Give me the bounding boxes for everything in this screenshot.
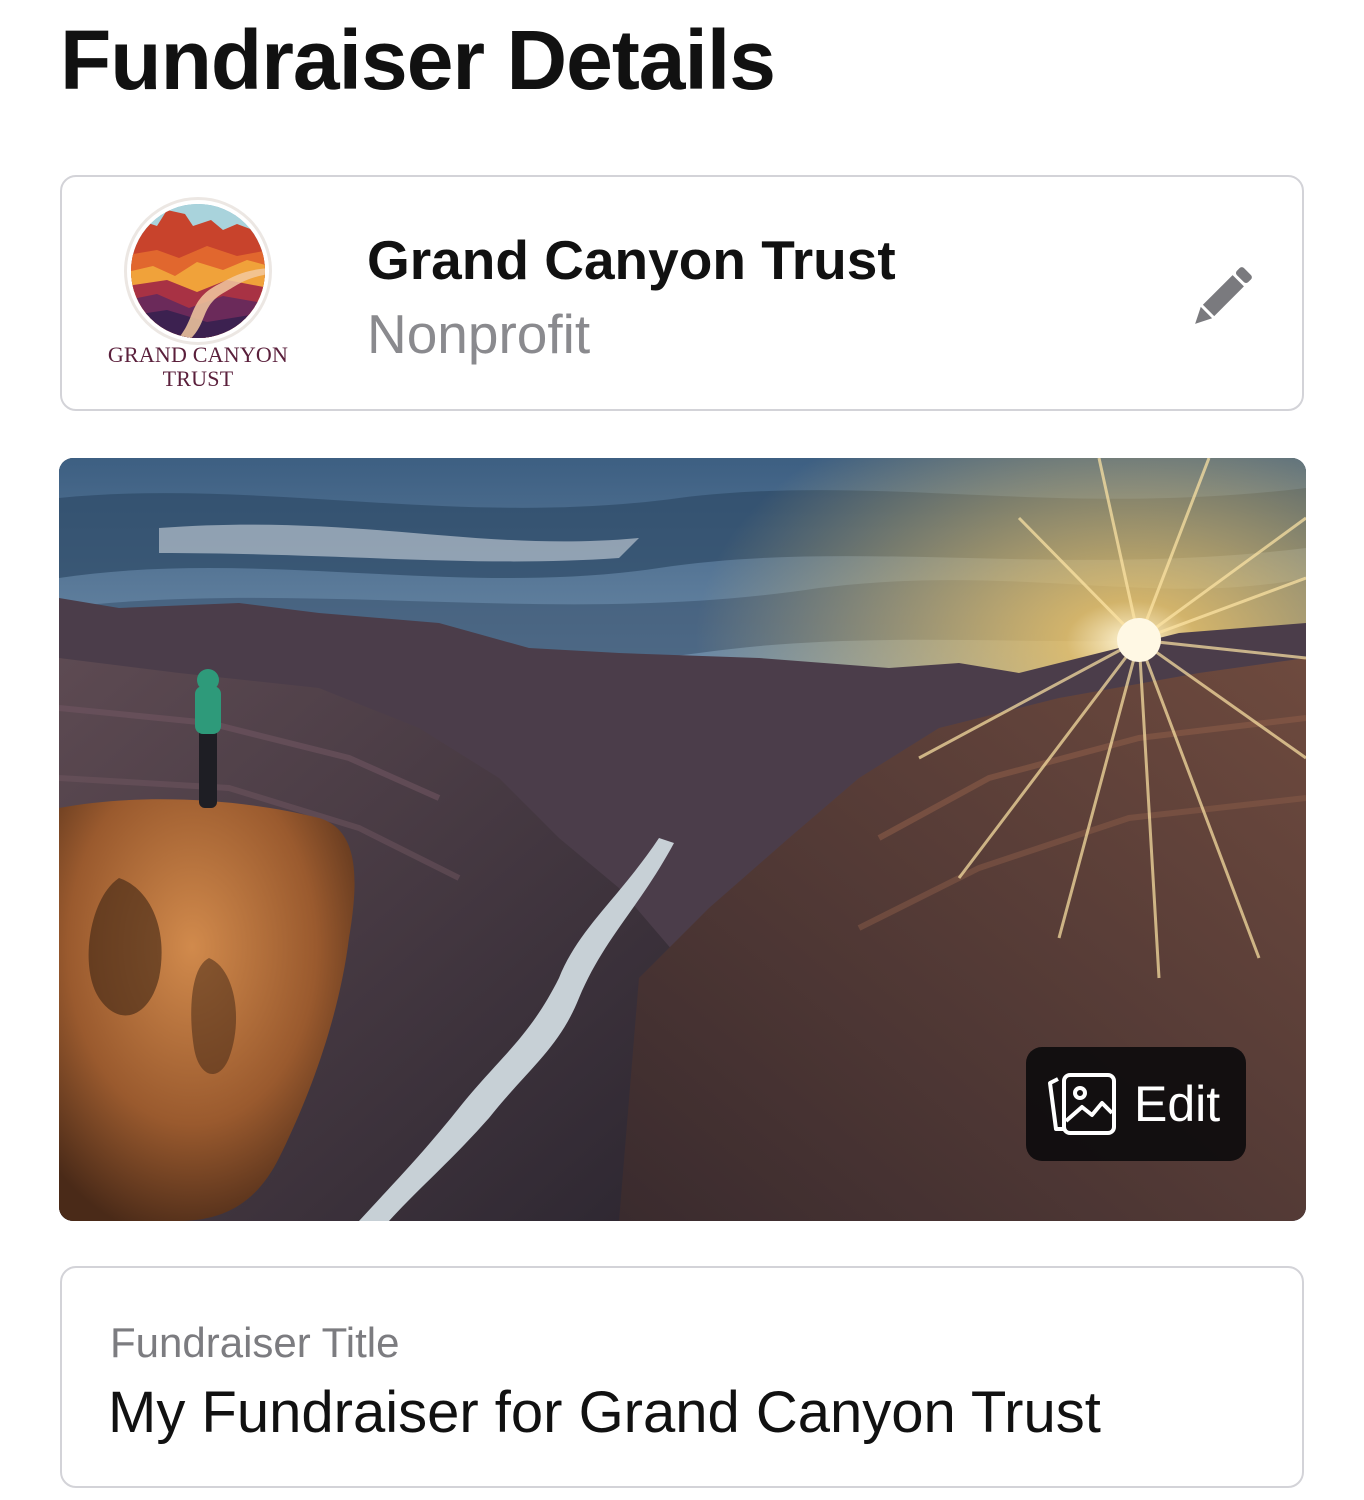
edit-cover-photo-button[interactable]: Edit bbox=[1026, 1047, 1246, 1161]
cover-photo: Edit bbox=[59, 458, 1306, 1221]
organization-card[interactable]: GRAND CANYON TRUST Grand Canyon Trust No… bbox=[60, 175, 1304, 411]
fundraiser-title-label: Fundraiser Title bbox=[110, 1319, 400, 1366]
logo-text-line2: TRUST bbox=[162, 366, 234, 391]
fundraiser-details-page: Fundraiser Details GRAND CANYON TRUST Gr… bbox=[0, 0, 1364, 1500]
logo-emblem bbox=[124, 197, 272, 345]
edit-cover-label: Edit bbox=[1134, 1076, 1221, 1132]
organization-logo: GRAND CANYON TRUST bbox=[102, 197, 292, 397]
page-title: Fundraiser Details bbox=[60, 13, 776, 107]
logo-text-line1: GRAND CANYON bbox=[107, 342, 289, 367]
fundraiser-title-field[interactable]: Fundraiser Title bbox=[60, 1266, 1304, 1488]
photo-edit-icon bbox=[1048, 1073, 1116, 1135]
pencil-icon bbox=[1195, 267, 1252, 324]
organization-type: Nonprofit bbox=[367, 303, 591, 365]
organization-name: Grand Canyon Trust bbox=[367, 229, 896, 291]
canyon-emblem-icon bbox=[131, 204, 265, 338]
logo-wordmark: GRAND CANYON TRUST bbox=[102, 343, 294, 391]
edit-organization-button[interactable] bbox=[1182, 257, 1262, 337]
fundraiser-title-input[interactable] bbox=[108, 1378, 1258, 1448]
